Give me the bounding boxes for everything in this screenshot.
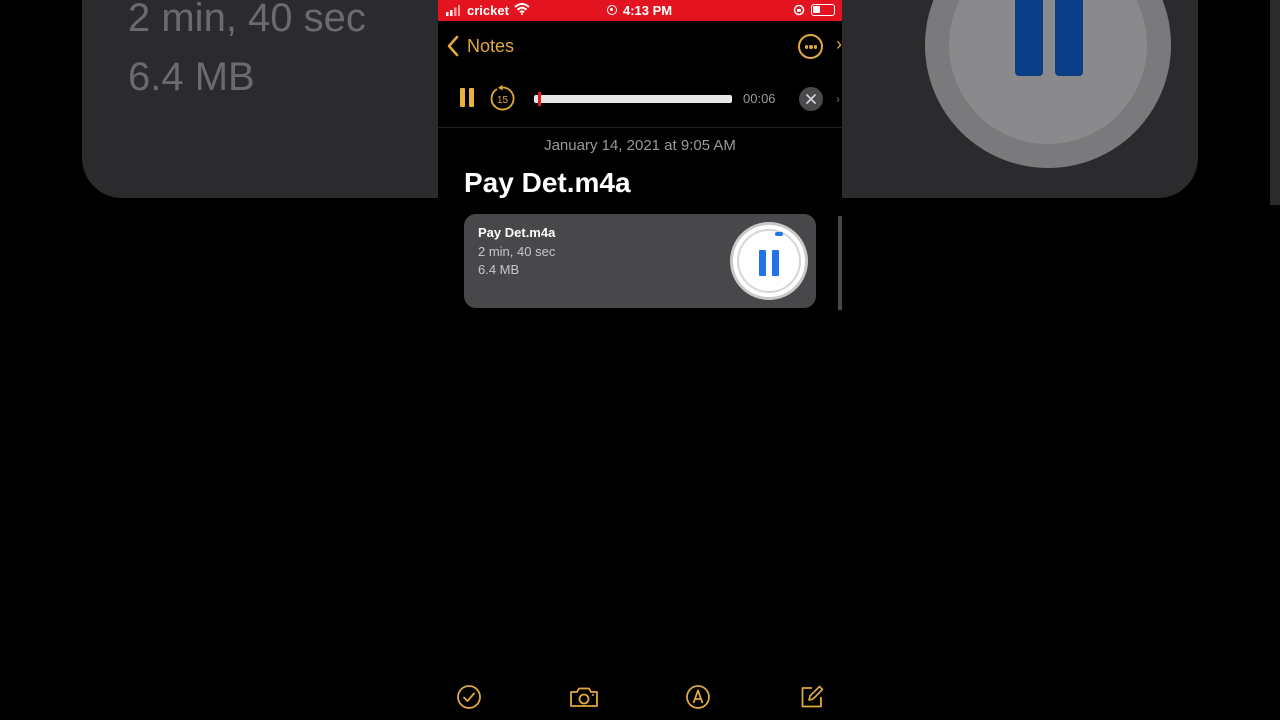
back-label: Notes [467,35,515,56]
attachment-size: 6.4 MB [478,262,520,277]
phone-screen: cricket 4:13 PM Notes › 15 00:06 › Janua… [438,0,842,720]
compose-icon[interactable] [799,684,825,710]
pause-button[interactable] [459,88,475,108]
bg-right-strip [1270,0,1280,205]
rotation-lock-icon [793,4,805,16]
more-options-button[interactable] [798,34,823,59]
audio-attachment-card[interactable]: Pay Det.m4a 2 min, 40 sec 6.4 MB [464,214,816,308]
screen-record-icon [607,5,617,15]
status-time: 4:13 PM [623,3,673,18]
elapsed-time: 00:06 [743,91,776,106]
bg-duration: 2 min, 40 sec [128,0,366,40]
scrubber-playhead[interactable] [538,92,541,106]
playback-scrubber[interactable] [534,92,732,106]
offscreen-card-edge [838,216,842,310]
bg-size: 6.4 MB [128,55,255,99]
checklist-icon[interactable] [456,684,482,710]
carrier-label: cricket [467,3,509,18]
skip-seconds-label: 15 [497,95,509,106]
wifi-icon [514,3,530,15]
chevron-left-icon [447,35,459,57]
note-title[interactable]: Pay Det.m4a [464,167,631,199]
back-button[interactable]: Notes [446,34,514,58]
note-date: January 14, 2021 at 9:05 AM [544,137,736,154]
attachment-name: Pay Det.m4a [478,225,556,240]
attachment-pause-button[interactable] [730,222,808,300]
divider [438,127,842,128]
signal-icon [446,5,460,16]
markup-icon[interactable] [685,684,711,710]
status-bar: cricket 4:13 PM [438,0,842,21]
bg-pause-icon [925,0,1171,168]
attachment-duration: 2 min, 40 sec [478,244,556,259]
camera-icon[interactable] [569,684,599,710]
battery-icon [811,4,835,16]
offscreen-nav-edge: › [836,34,842,54]
playback-progress-ring [775,232,783,236]
pause-icon [737,229,801,293]
close-player-button[interactable] [799,87,823,111]
close-icon [806,94,816,104]
offscreen-edge-marker: › [836,92,840,106]
skip-back-icon[interactable]: 15 [489,85,516,112]
